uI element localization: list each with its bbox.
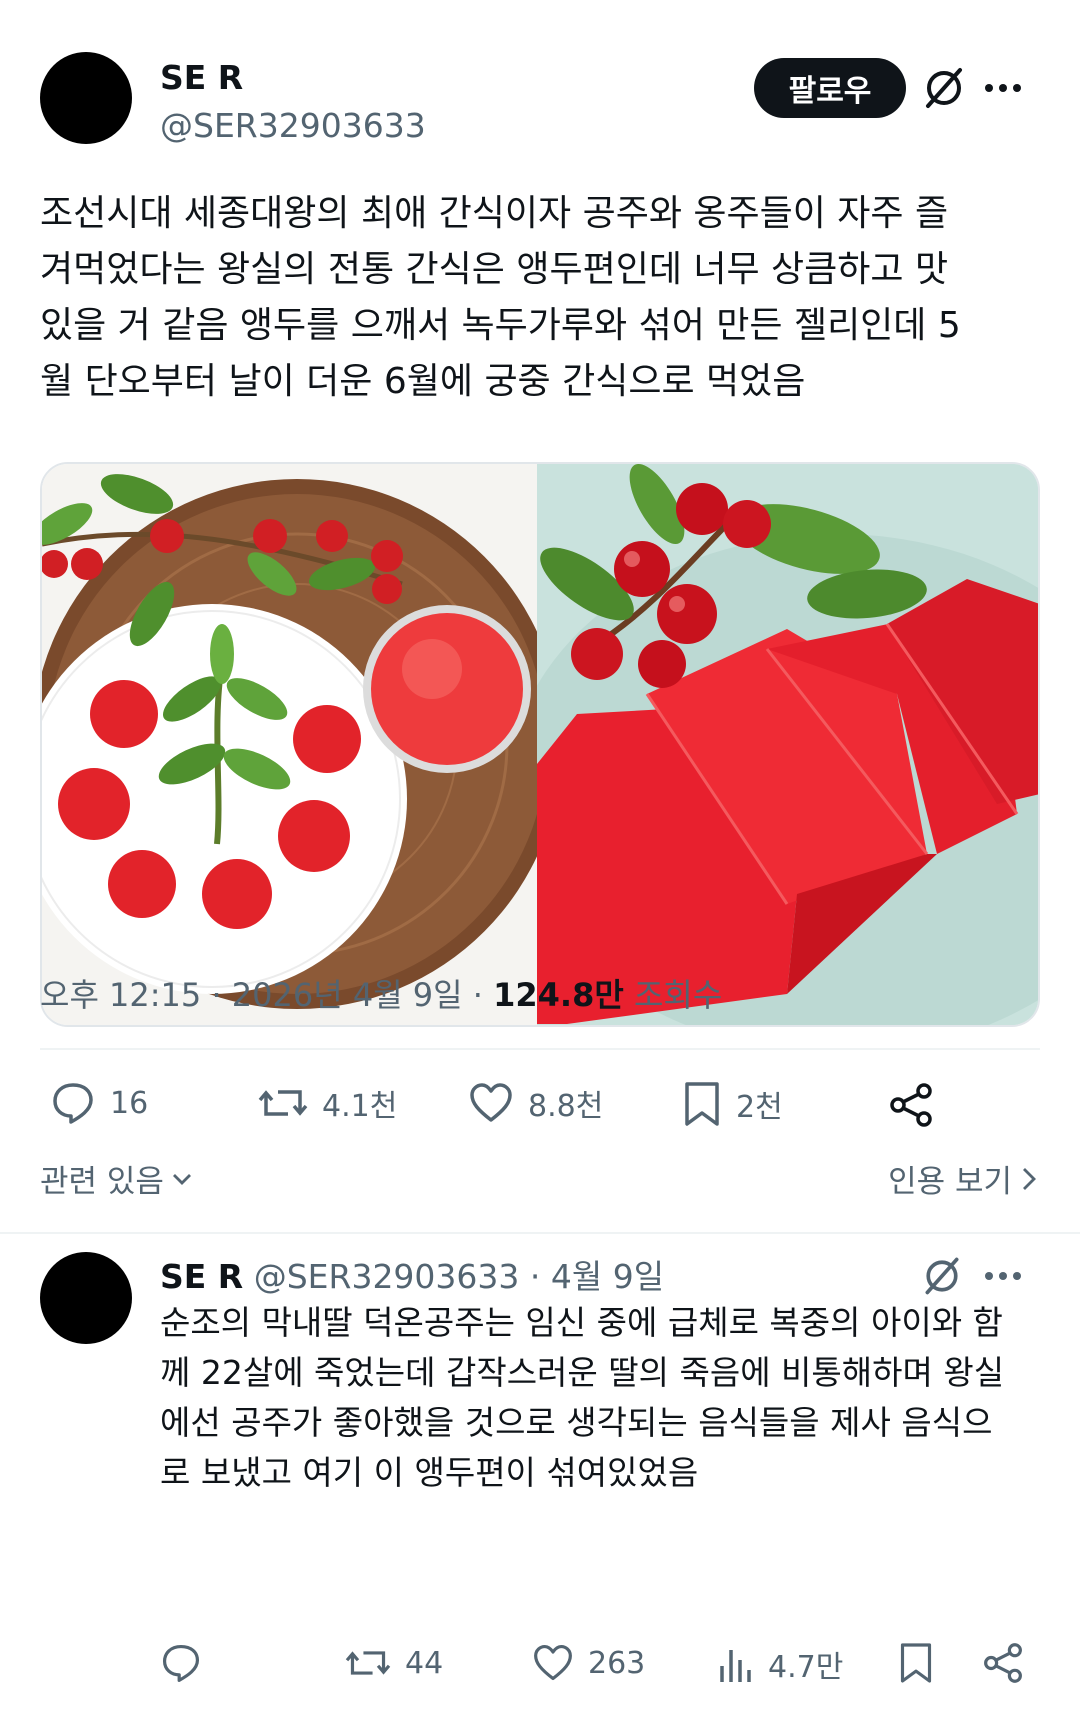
views-icon — [720, 1650, 751, 1682]
share-icon — [890, 1083, 932, 1127]
reply-icon — [53, 1083, 93, 1124]
repost-icon — [345, 1651, 391, 1675]
reply-views-count: 4.7만 — [768, 1650, 844, 1685]
reply-author-handle[interactable]: @SER32903633 — [254, 1257, 520, 1296]
post-meta: 오후 12:15 · 2026년 4월 9일 · 124.8만 조회수 — [40, 970, 722, 1016]
bookmark-icon — [900, 1643, 932, 1683]
share-icon — [984, 1643, 1022, 1683]
reply-header: SE R @SER32903633 · 4월 9일 — [160, 1250, 664, 1298]
bookmark-count: 2천 — [736, 1090, 783, 1125]
view-count: 124.8만 — [493, 976, 624, 1014]
post-timestamp[interactable]: 오후 12:15 · 2026년 4월 9일 · — [40, 976, 493, 1014]
chevron-down-icon — [172, 1173, 191, 1185]
avatar[interactable] — [40, 52, 132, 144]
reply-text-line: 로 보냈고 여기 이 앵두편이 섞여있었음 — [160, 1453, 699, 1492]
view-quotes-link[interactable]: 인용 보기 — [888, 1156, 1040, 1201]
share-button[interactable] — [888, 1082, 934, 1128]
reply-icon — [162, 1644, 200, 1682]
reply-repost-count: 44 — [405, 1645, 444, 1681]
bookmark-icon — [685, 1082, 719, 1126]
post-text-line: 있을 거 같음 앵두를 으깨서 녹두가루와 섞어 만든 젤리인데 5 — [40, 305, 961, 346]
post-text-line: 조선시대 세종대왕의 최애 간식이자 공주와 옹주들이 자주 즐 — [40, 193, 949, 234]
reply-text: 순조의 막내딸 덕온공주는 임신 중에 급체로 복중의 아이와 함 께 22살에… — [160, 1298, 1050, 1498]
reply-reply-button[interactable] — [160, 1642, 202, 1684]
grok-icon[interactable] — [920, 64, 968, 112]
reply-count: 16 — [110, 1085, 149, 1121]
divider — [0, 1232, 1080, 1234]
reply-share-button[interactable] — [982, 1642, 1024, 1684]
author-handle[interactable]: @SER32903633 — [160, 106, 426, 145]
like-icon — [534, 1644, 572, 1681]
reply-date[interactable]: · 4월 9일 — [530, 1257, 664, 1296]
post-text: 조선시대 세종대왕의 최애 간식이자 공주와 옹주들이 자주 즐 겨먹었다는 왕… — [40, 186, 1050, 410]
post-text-line: 겨먹었다는 왕실의 전통 간식은 앵두편인데 너무 상큼하고 맛 — [40, 249, 949, 290]
view-count-label: 조회수 — [623, 976, 723, 1014]
post-text-line: 월 단오부터 날이 더운 6월에 궁중 간식으로 먹었음 — [40, 361, 806, 402]
like-icon — [470, 1083, 512, 1122]
reply-text-line: 께 22살에 죽었는데 갑작스러운 딸의 죽음에 비통해하며 왕실 — [160, 1353, 1005, 1392]
divider — [40, 1048, 1040, 1050]
more-icon[interactable] — [983, 70, 1023, 106]
like-button[interactable]: 8.8천 — [468, 1080, 603, 1126]
reply-text-line: 순조의 막내딸 덕온공주는 임신 중에 급체로 복중의 아이와 함 — [160, 1303, 1003, 1342]
quotes-label: 인용 보기 — [888, 1164, 1012, 1200]
author-name[interactable]: SE R — [160, 58, 243, 97]
reply-avatar[interactable] — [40, 1252, 132, 1344]
repost-count: 4.1천 — [322, 1089, 398, 1124]
more-icon[interactable] — [983, 1258, 1023, 1294]
repost-button[interactable]: 4.1천 — [258, 1080, 397, 1126]
like-count: 8.8천 — [528, 1089, 604, 1124]
reply-views-button[interactable]: 4.7만 — [718, 1642, 843, 1686]
follow-button[interactable]: 팔로우 — [754, 58, 906, 118]
reply-like-count: 263 — [588, 1645, 646, 1681]
reply-button[interactable]: 16 — [50, 1080, 148, 1126]
reply-bookmark-button[interactable] — [898, 1640, 934, 1686]
related-label: 관련 있음 — [40, 1164, 164, 1200]
reply-author-name[interactable]: SE R — [160, 1257, 243, 1296]
post-media[interactable] — [40, 462, 1040, 1027]
media-image-cherry-jelly[interactable] — [537, 464, 1038, 1025]
related-toggle[interactable]: 관련 있음 — [40, 1156, 194, 1201]
grok-icon[interactable] — [920, 1254, 964, 1298]
reply-repost-button[interactable]: 44 — [345, 1642, 443, 1684]
reply-text-line: 에선 공주가 좋아했을 것으로 생각되는 음식들을 제사 음식으 — [160, 1403, 993, 1442]
reply-like-button[interactable]: 263 — [532, 1642, 645, 1684]
repost-icon — [258, 1090, 308, 1116]
bookmark-button[interactable]: 2천 — [682, 1080, 783, 1128]
chevron-right-icon — [1023, 1167, 1036, 1190]
media-image-cherry-plate[interactable] — [42, 464, 538, 1025]
